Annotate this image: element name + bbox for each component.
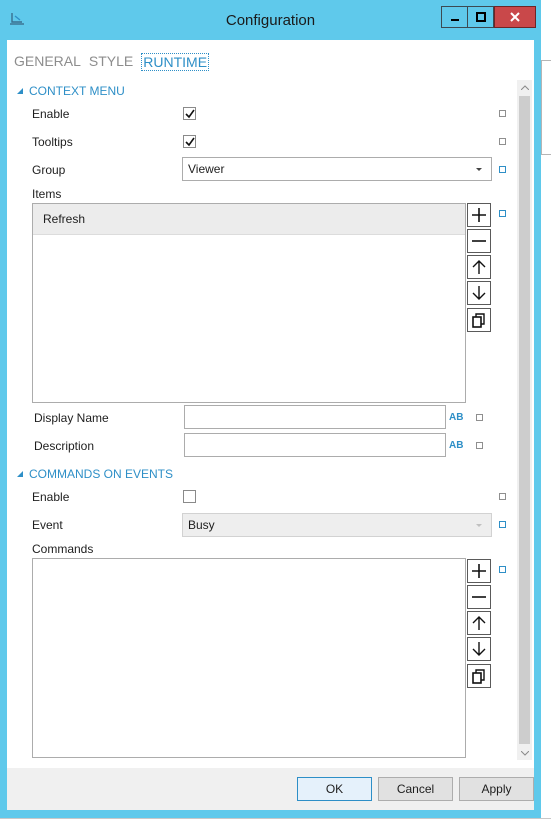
section-commands-on-events[interactable]: COMMANDS ON EVENTS bbox=[17, 467, 173, 481]
context-enable-label: Enable bbox=[32, 107, 70, 121]
scroll-thumb[interactable] bbox=[519, 96, 530, 744]
items-label: Items bbox=[32, 187, 62, 201]
checkmark-icon bbox=[184, 109, 195, 118]
events-enable-label: Enable bbox=[32, 490, 70, 504]
duplicate-item-button[interactable] bbox=[467, 308, 491, 332]
event-select-value: Busy bbox=[188, 518, 215, 532]
move-command-up-button[interactable] bbox=[467, 611, 491, 635]
event-property-marker[interactable] bbox=[499, 521, 506, 528]
arrow-up-icon bbox=[472, 616, 486, 630]
display-name-label: Display Name bbox=[34, 411, 109, 425]
events-enable-checkbox[interactable] bbox=[183, 490, 196, 503]
add-command-button[interactable] bbox=[467, 559, 491, 583]
section-context-menu[interactable]: CONTEXT MENU bbox=[17, 84, 125, 98]
add-icon bbox=[472, 564, 486, 578]
display-name-input[interactable] bbox=[184, 405, 446, 429]
minimize-button[interactable] bbox=[441, 6, 468, 28]
section-context-menu-header: CONTEXT MENU bbox=[29, 84, 125, 98]
dialog-body: GENERAL STYLE RUNTIME CONTEXT MENU Enabl… bbox=[7, 40, 534, 810]
copy-icon bbox=[472, 313, 485, 328]
close-button[interactable] bbox=[494, 6, 536, 28]
move-item-down-button[interactable] bbox=[467, 281, 491, 305]
group-label: Group bbox=[32, 163, 66, 177]
apply-button[interactable]: Apply bbox=[459, 777, 534, 801]
scroll-up-button[interactable] bbox=[517, 80, 532, 94]
configuration-window: Configuration GENERAL STYLE RUNTIME CONT… bbox=[0, 0, 541, 818]
arrow-up-icon bbox=[472, 260, 486, 274]
arrow-down-icon bbox=[472, 286, 486, 300]
tab-style[interactable]: STYLE bbox=[89, 53, 133, 71]
vertical-scrollbar[interactable] bbox=[517, 80, 532, 760]
cancel-button[interactable]: Cancel bbox=[378, 777, 453, 801]
commands-label: Commands bbox=[32, 542, 94, 556]
checkmark-icon bbox=[184, 137, 195, 146]
duplicate-command-button[interactable] bbox=[467, 664, 491, 688]
close-icon bbox=[510, 12, 520, 22]
items-property-marker[interactable] bbox=[499, 210, 506, 217]
background-bottom-edge bbox=[0, 818, 551, 825]
events-enable-property-marker[interactable] bbox=[499, 493, 506, 500]
tab-runtime[interactable]: RUNTIME bbox=[141, 53, 210, 71]
list-item[interactable]: Refresh bbox=[33, 204, 465, 235]
ab-icon[interactable]: AB bbox=[449, 412, 463, 423]
move-item-up-button[interactable] bbox=[467, 255, 491, 279]
description-input[interactable] bbox=[184, 433, 446, 457]
copy-icon bbox=[472, 669, 485, 684]
ok-button[interactable]: OK bbox=[297, 777, 372, 801]
group-property-marker[interactable] bbox=[499, 166, 506, 173]
tooltips-checkbox[interactable] bbox=[183, 135, 196, 148]
chevron-up-icon bbox=[520, 84, 529, 90]
minimize-icon bbox=[450, 19, 459, 21]
remove-command-button[interactable] bbox=[467, 585, 491, 609]
context-enable-checkbox[interactable] bbox=[183, 107, 196, 120]
dropdown-arrow-icon bbox=[476, 524, 482, 527]
event-label: Event bbox=[32, 518, 63, 532]
background-window-fragment bbox=[541, 60, 551, 155]
tooltips-property-marker[interactable] bbox=[499, 138, 506, 145]
description-label: Description bbox=[34, 439, 95, 453]
context-enable-property-marker[interactable] bbox=[499, 110, 506, 117]
description-property-marker[interactable] bbox=[476, 442, 483, 449]
ab-icon[interactable]: AB bbox=[449, 440, 463, 451]
maximize-button[interactable] bbox=[467, 6, 494, 28]
items-list[interactable]: Refresh bbox=[32, 203, 466, 403]
chevron-down-icon bbox=[520, 750, 529, 756]
event-select[interactable]: Busy bbox=[182, 513, 492, 537]
arrow-down-icon bbox=[472, 642, 486, 656]
dropdown-arrow-icon bbox=[476, 168, 482, 171]
move-command-down-button[interactable] bbox=[467, 637, 491, 661]
scroll-down-button[interactable] bbox=[517, 746, 532, 760]
collapse-triangle-icon bbox=[17, 471, 23, 477]
background-window-edge bbox=[541, 0, 551, 825]
remove-icon bbox=[472, 240, 486, 242]
group-select-value: Viewer bbox=[188, 162, 225, 176]
dialog-footer: OK Cancel Apply bbox=[7, 768, 534, 810]
commands-list[interactable] bbox=[32, 558, 466, 758]
display-name-property-marker[interactable] bbox=[476, 414, 483, 421]
tab-strip: GENERAL STYLE RUNTIME bbox=[14, 53, 217, 71]
tab-general[interactable]: GENERAL bbox=[14, 53, 81, 71]
commands-property-marker[interactable] bbox=[499, 566, 506, 573]
remove-item-button[interactable] bbox=[467, 229, 491, 253]
remove-icon bbox=[472, 596, 486, 598]
collapse-triangle-icon bbox=[17, 88, 23, 94]
maximize-icon bbox=[475, 12, 486, 22]
tooltips-label: Tooltips bbox=[32, 135, 73, 149]
title-bar[interactable]: Configuration bbox=[0, 0, 541, 40]
section-commands-on-events-header: COMMANDS ON EVENTS bbox=[29, 467, 174, 481]
add-item-button[interactable] bbox=[467, 203, 491, 227]
add-icon bbox=[472, 208, 486, 222]
group-select[interactable]: Viewer bbox=[182, 157, 492, 181]
